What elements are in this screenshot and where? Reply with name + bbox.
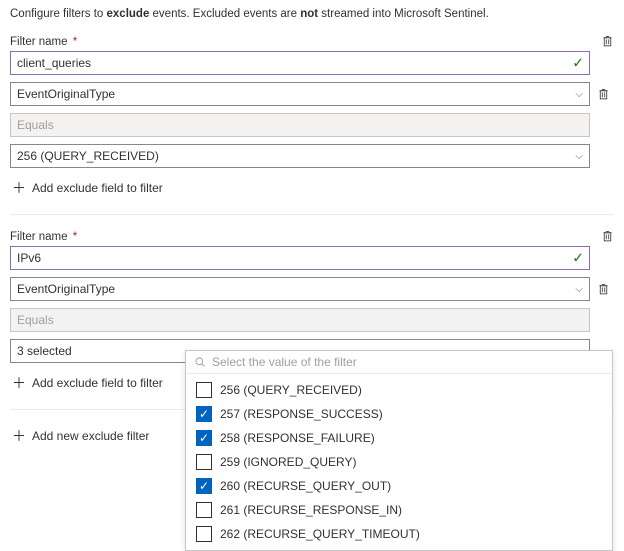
checkbox[interactable]	[196, 430, 212, 446]
dropdown-option-label: 260 (RECURSE_QUERY_OUT)	[220, 479, 391, 493]
checkbox[interactable]	[196, 502, 212, 518]
operator-select: Equals	[10, 308, 590, 332]
chevron-down-icon: ⌵	[575, 89, 583, 100]
checkbox[interactable]	[196, 454, 212, 470]
delete-field-icon[interactable]	[596, 282, 610, 296]
checkbox[interactable]	[196, 478, 212, 494]
filter-block: Filter name * ✓ EventOriginalType⌵ Equal…	[10, 34, 614, 208]
dropdown-option[interactable]: 260 (RECURSE_QUERY_OUT)	[186, 474, 612, 498]
filter-name-label: Filter name *	[10, 231, 77, 243]
plus-icon: ＋	[12, 426, 26, 446]
filter-name-input[interactable]	[10, 246, 590, 270]
check-icon: ✓	[572, 250, 584, 267]
delete-filter-icon[interactable]	[600, 34, 614, 48]
value-select[interactable]: 256 (QUERY_RECEIVED)⌵	[10, 144, 590, 168]
checkbox[interactable]	[196, 382, 212, 398]
search-icon	[194, 356, 206, 368]
checkbox[interactable]	[196, 406, 212, 422]
dropdown-option[interactable]: 262 (RECURSE_QUERY_TIMEOUT)	[186, 522, 612, 546]
dropdown-option-label: 257 (RESPONSE_SUCCESS)	[220, 407, 383, 421]
dropdown-option-label: 262 (RECURSE_QUERY_TIMEOUT)	[220, 527, 420, 541]
value-dropdown: Select the value of the filter 256 (QUER…	[185, 350, 613, 551]
chevron-down-icon: ⌵	[575, 151, 583, 162]
delete-field-icon[interactable]	[596, 87, 610, 101]
dropdown-option[interactable]: 256 (QUERY_RECEIVED)	[186, 378, 612, 402]
add-exclude-field-button[interactable]: ＋ Add exclude field to filter	[10, 168, 614, 208]
filter-name-label: Filter name *	[10, 36, 77, 48]
plus-icon: ＋	[12, 178, 26, 198]
plus-icon: ＋	[12, 373, 26, 393]
filter-name-input[interactable]	[10, 51, 590, 75]
divider	[10, 214, 614, 215]
check-icon: ✓	[572, 55, 584, 72]
dropdown-option[interactable]: 261 (RECURSE_RESPONSE_IN)	[186, 498, 612, 522]
dropdown-option-label: 261 (RECURSE_RESPONSE_IN)	[220, 503, 402, 517]
chevron-down-icon: ⌵	[575, 284, 583, 295]
dropdown-option-label: 256 (QUERY_RECEIVED)	[220, 383, 362, 397]
dropdown-option[interactable]: 258 (RESPONSE_FAILURE)	[186, 426, 612, 450]
field-select[interactable]: EventOriginalType⌵	[10, 277, 590, 301]
description-text: Configure filters to exclude events. Exc…	[10, 8, 614, 20]
dropdown-option-label: 259 (IGNORED_QUERY)	[220, 455, 356, 469]
checkbox[interactable]	[196, 526, 212, 542]
dropdown-search[interactable]: Select the value of the filter	[186, 351, 612, 374]
delete-filter-icon[interactable]	[600, 229, 614, 243]
dropdown-option[interactable]: 259 (IGNORED_QUERY)	[186, 450, 612, 474]
dropdown-option[interactable]: 257 (RESPONSE_SUCCESS)	[186, 402, 612, 426]
field-select[interactable]: EventOriginalType⌵	[10, 82, 590, 106]
filter-block: Filter name * ✓ EventOriginalType⌵ Equal…	[10, 229, 614, 403]
dropdown-option-label: 258 (RESPONSE_FAILURE)	[220, 431, 375, 445]
operator-select: Equals	[10, 113, 590, 137]
